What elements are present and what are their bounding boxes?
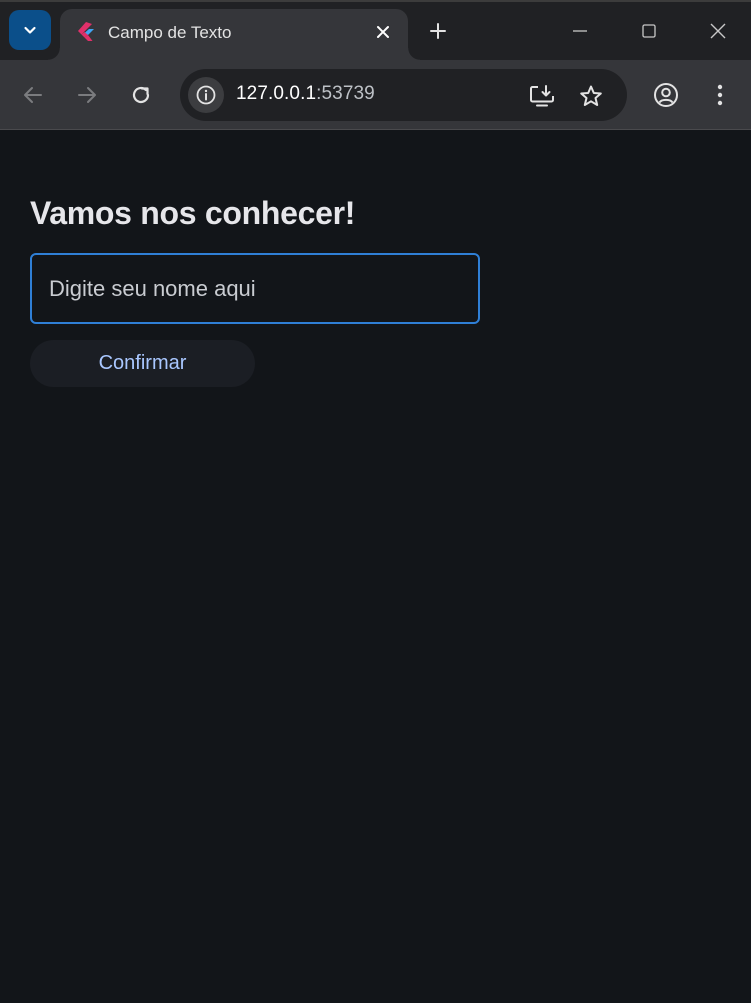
forward-button[interactable] (72, 80, 102, 110)
install-app-button[interactable] (527, 81, 557, 111)
page-heading: Vamos nos conhecer! (30, 195, 356, 231)
address-bar[interactable]: 127.0.0.1:53739 (180, 69, 627, 121)
close-icon (710, 23, 726, 39)
close-icon (377, 26, 389, 38)
flutter-logo-icon (78, 22, 94, 41)
chevron-down-icon (24, 26, 36, 34)
maximize-icon (642, 24, 656, 38)
minimize-button[interactable] (567, 18, 593, 44)
tab-search-button[interactable] (9, 10, 51, 50)
reload-icon (132, 86, 150, 104)
star-icon (580, 85, 602, 106)
new-tab-button[interactable] (424, 17, 452, 45)
confirm-button[interactable]: Confirmar (30, 340, 255, 387)
browser-menu-button[interactable] (705, 80, 735, 110)
info-icon (196, 85, 216, 105)
name-input[interactable] (30, 253, 480, 324)
plus-icon (430, 23, 446, 39)
maximize-button[interactable] (636, 18, 662, 44)
reload-button[interactable] (126, 80, 156, 110)
page-content: Vamos nos conhecer! Confirmar (0, 131, 751, 1003)
close-window-button[interactable] (705, 18, 731, 44)
profile-icon (654, 83, 678, 107)
minimize-icon (573, 30, 587, 32)
bookmark-button[interactable] (576, 81, 606, 111)
forward-arrow-icon (78, 87, 96, 103)
profile-button[interactable] (651, 80, 681, 110)
url-host: 127.0.0.1 (236, 83, 317, 104)
browser-toolbar: 127.0.0.1:53739 (0, 60, 751, 130)
tab-title: Campo de Texto (108, 23, 232, 42)
url-port: :53739 (316, 83, 375, 104)
back-button[interactable] (18, 80, 48, 110)
kebab-menu-icon (717, 84, 723, 106)
site-info-button[interactable] (188, 77, 224, 113)
back-arrow-icon (24, 87, 42, 103)
tab-close-button[interactable] (372, 21, 394, 43)
browser-tab-active[interactable]: Campo de Texto (48, 9, 420, 60)
install-app-icon (530, 85, 554, 107)
url-text: 127.0.0.1:53739 (236, 83, 375, 105)
tab-strip: Campo de Texto (0, 2, 751, 60)
